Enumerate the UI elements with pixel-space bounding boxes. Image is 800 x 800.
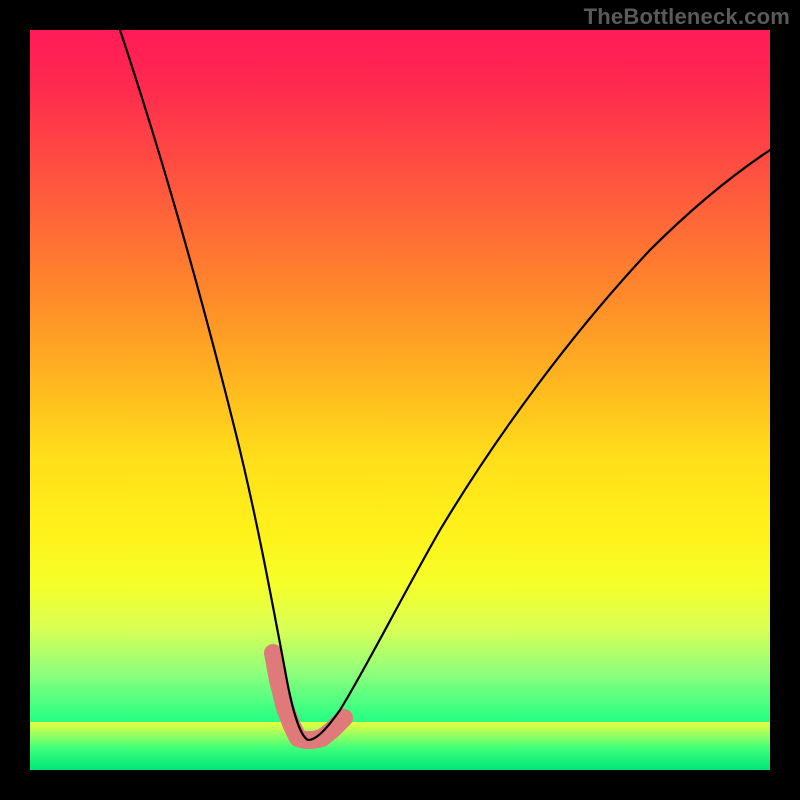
curve-layer (30, 30, 770, 770)
chart-frame: TheBottleneck.com (0, 0, 800, 800)
bottleneck-curve (120, 30, 770, 740)
watermark-text: TheBottleneck.com (584, 4, 790, 30)
plot-area (30, 30, 770, 770)
